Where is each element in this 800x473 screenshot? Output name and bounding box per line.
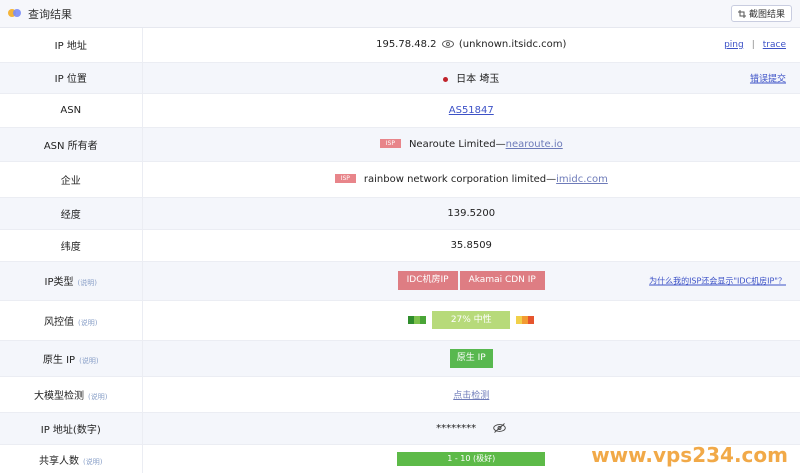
label-ip-type: IP类型 <box>44 277 74 288</box>
shared-users-help-link[interactable]: (说明) <box>83 458 102 466</box>
ping-link[interactable]: ping <box>724 40 744 50</box>
link-separator: | <box>751 39 755 50</box>
native-ip-badge: 原生 IP <box>449 348 493 368</box>
row-ip-numeric: IP 地址(数字) ******** <box>0 412 800 445</box>
result-header: 查询结果 截图结果 <box>0 0 800 28</box>
label-ip-numeric: IP 地址(数字) <box>0 412 143 445</box>
label-asn: ASN <box>0 93 143 128</box>
row-ip-type: IP类型 (说明) IDC机房IP Akamai CDN IP 为什么我的ISP还会… <box>0 261 800 301</box>
risk-value: 27% 中性 <box>432 311 511 329</box>
label-llm-detect: 大模型检测 <box>34 390 85 402</box>
ip-numeric-value: ******** <box>436 422 477 434</box>
longitude-value: 139.5200 <box>142 197 800 230</box>
result-table: IP 地址 195.78.48.2 (unknown.itsidc.com) p… <box>0 28 800 473</box>
label-risk: 风控值 <box>44 316 75 328</box>
label-company: 企业 <box>0 161 143 198</box>
label-longitude: 经度 <box>0 197 143 230</box>
crop-icon <box>737 9 746 18</box>
eye-icon[interactable] <box>441 40 454 48</box>
label-ip-location: IP 位置 <box>0 62 143 94</box>
result-title: 查询结果 <box>28 7 72 21</box>
row-asn-owner: ASN 所有者 ISP Nearoute Limited—nearoute.io <box>0 127 800 162</box>
row-ip-location: IP 位置 日本 埼玉 错误提交 <box>0 62 800 94</box>
hostname-value: (unknown.itsidc.com) <box>458 39 567 51</box>
llm-detect-help-link[interactable]: (说明) <box>88 393 107 401</box>
click-detect-link[interactable]: 点击检测 <box>453 391 489 401</box>
asn-owner-value: Nearoute Limited— <box>408 138 506 150</box>
label-shared-users: 共享人数 <box>39 455 80 467</box>
row-ip-address: IP 地址 195.78.48.2 (unknown.itsidc.com) p… <box>0 28 800 63</box>
isp-badge: ISP <box>334 174 356 183</box>
company-value: rainbow network corporation limited— <box>363 173 557 185</box>
ip-address-value: 195.78.48.2 <box>376 39 437 51</box>
akamai-cdn-tag: Akamai CDN IP <box>459 271 545 290</box>
label-latitude: 纬度 <box>0 229 143 262</box>
native-ip-help-link[interactable]: (说明) <box>79 357 98 365</box>
idc-ip-tag: IDC机房IP <box>397 271 458 290</box>
trace-link[interactable]: trace <box>763 40 786 50</box>
row-asn: ASN AS51847 <box>0 93 800 128</box>
risk-low-scale <box>408 316 427 324</box>
risk-help-link[interactable]: (说明) <box>78 319 97 327</box>
asn-link[interactable]: AS51847 <box>449 105 494 116</box>
row-latitude: 纬度 35.8509 <box>0 229 800 262</box>
shared-users-value: 1 - 10 (极好) <box>397 452 546 466</box>
risk-high-scale <box>516 316 535 324</box>
logo-icon <box>8 8 22 19</box>
screenshot-label: 截图结果 <box>748 10 785 20</box>
latitude-value: 35.8509 <box>142 229 800 262</box>
company-link[interactable]: imidc.com <box>556 174 608 185</box>
why-idc-link[interactable]: 为什么我的ISP还会显示"IDC机房IP"？ <box>649 276 786 285</box>
row-native-ip: 原生 IP (说明) 原生 IP <box>0 340 800 377</box>
row-llm-detect: 大模型检测 (说明) 点击检测 <box>0 376 800 413</box>
ip-location-value: 日本 埼玉 <box>456 74 500 85</box>
label-native-ip: 原生 IP <box>42 354 76 366</box>
watermark-text: www.vps234.com <box>591 443 788 467</box>
risk-meter: 27% 中性 <box>408 311 535 329</box>
label-ip-address: IP 地址 <box>0 28 143 63</box>
asn-owner-link[interactable]: nearoute.io <box>506 139 563 150</box>
row-risk: 风控值 (说明) 27% 中性 <box>0 300 800 341</box>
report-error-link[interactable]: 错误提交 <box>750 74 786 84</box>
ip-type-help-link[interactable]: (说明) <box>78 279 97 287</box>
isp-badge: ISP <box>379 139 401 148</box>
eye-off-icon[interactable] <box>493 422 507 433</box>
row-longitude: 经度 139.5200 <box>0 197 800 230</box>
screenshot-button[interactable]: 截图结果 <box>730 5 792 22</box>
location-dot-icon <box>443 76 449 82</box>
row-company: 企业 ISP rainbow network corporation limite… <box>0 161 800 198</box>
label-asn-owner: ASN 所有者 <box>0 127 143 162</box>
